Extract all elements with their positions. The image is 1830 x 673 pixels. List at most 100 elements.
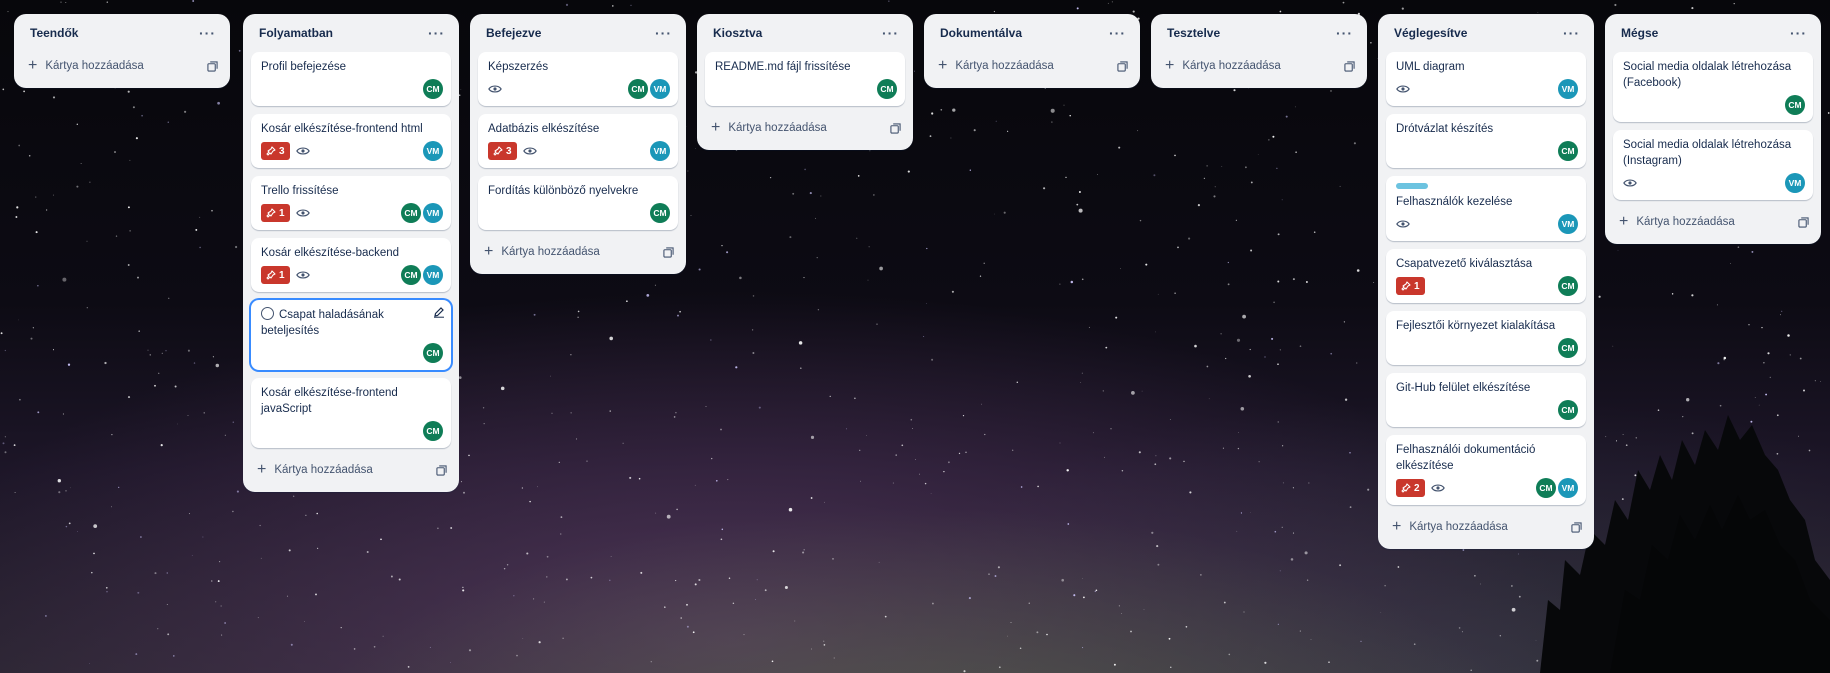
priority-icon [1401, 281, 1411, 291]
add-card-button[interactable]: + Kártya hozzáadása [711, 120, 827, 136]
list-menu-button[interactable]: ··· [1563, 26, 1580, 40]
avatar[interactable]: VM [1558, 478, 1578, 498]
priority-icon [266, 208, 276, 218]
list-title[interactable]: Dokumentálva [940, 26, 1022, 40]
card[interactable]: Social media oldalak létrehozása (Facebo… [1613, 52, 1813, 122]
card[interactable]: Adatbázis elkészítése 3 VM [478, 114, 678, 168]
priority-count: 1 [279, 207, 285, 219]
card[interactable]: Kosár elkészítése-frontend html 3 VM [251, 114, 451, 168]
card-members: CM VM [401, 265, 443, 285]
card-members: CM VM [401, 203, 443, 223]
avatar[interactable]: VM [423, 203, 443, 223]
card[interactable]: Fordítás különböző nyelvekre CM [478, 176, 678, 230]
avatar[interactable]: CM [1558, 338, 1578, 358]
card-template-icon[interactable] [207, 60, 218, 72]
card[interactable]: Kosár elkészítése-backend 1 CM VM [251, 238, 451, 292]
add-card-button[interactable]: + Kártya hozzáadása [938, 58, 1054, 74]
avatar[interactable]: CM [423, 79, 443, 99]
card[interactable]: Felhasználók kezelése VM [1386, 176, 1586, 241]
list-menu-button[interactable]: ··· [882, 26, 899, 40]
card-template-icon[interactable] [1798, 216, 1809, 228]
avatar[interactable]: VM [1558, 79, 1578, 99]
card-template-icon[interactable] [436, 464, 447, 476]
add-card-row: + Kártya hozzáadása [1386, 513, 1586, 541]
priority-badge: 1 [261, 204, 290, 222]
list-menu-button[interactable]: ··· [655, 26, 672, 40]
card-template-icon[interactable] [890, 122, 901, 134]
card-footer: CM [1396, 399, 1578, 421]
card[interactable]: Felhasználói dokumentáció elkészítése 2 CM… [1386, 435, 1586, 505]
card-title: Felhasználók kezelése [1396, 196, 1513, 208]
add-card-button[interactable]: + Kártya hozzáadása [28, 58, 144, 74]
avatar[interactable]: CM [1558, 141, 1578, 161]
card[interactable]: Csapat haladásának beteljesítés CM [251, 300, 451, 370]
card-footer: CM [715, 78, 897, 100]
card-members: CM [1558, 276, 1578, 296]
add-card-button[interactable]: + Kártya hozzáadása [1165, 58, 1281, 74]
card[interactable]: Drótvázlat készítés CM [1386, 114, 1586, 168]
card-template-icon[interactable] [1117, 60, 1128, 72]
card[interactable]: Csapatvezető kiválasztása 1 CM [1386, 249, 1586, 303]
list-title[interactable]: Tesztelve [1167, 26, 1220, 40]
edit-icon[interactable] [433, 306, 445, 318]
list-title[interactable]: Befejezve [486, 26, 541, 40]
avatar[interactable]: CM [650, 203, 670, 223]
avatar[interactable]: CM [401, 203, 421, 223]
avatar[interactable]: CM [877, 79, 897, 99]
add-card-button[interactable]: + Kártya hozzáadása [257, 462, 373, 478]
card-title: Profil befejezése [261, 61, 347, 73]
complete-checkbox[interactable] [261, 307, 274, 320]
avatar[interactable]: VM [423, 141, 443, 161]
card[interactable]: Fejlesztői környezet kialakítása CM [1386, 311, 1586, 365]
avatar[interactable]: VM [650, 79, 670, 99]
add-card-button[interactable]: + Kártya hozzáadása [484, 244, 600, 260]
list-menu-button[interactable]: ··· [1790, 26, 1807, 40]
list-title[interactable]: Kiosztva [713, 26, 762, 40]
list-menu-button[interactable]: ··· [428, 26, 445, 40]
list-title[interactable]: Teendők [30, 26, 78, 40]
card-members: CM [423, 421, 443, 441]
card[interactable]: Trello frissítése 1 CM VM [251, 176, 451, 230]
avatar[interactable]: CM [1536, 478, 1556, 498]
avatar[interactable]: CM [423, 421, 443, 441]
list-title[interactable]: Folyamatban [259, 26, 333, 40]
avatar[interactable]: CM [1558, 400, 1578, 420]
list-title[interactable]: Véglegesítve [1394, 26, 1467, 40]
card-template-icon[interactable] [1571, 521, 1582, 533]
card[interactable]: Profil befejezése CM [251, 52, 451, 106]
avatar[interactable]: VM [650, 141, 670, 161]
card-template-icon[interactable] [663, 246, 674, 258]
list-menu-button[interactable]: ··· [199, 26, 216, 40]
avatar[interactable]: CM [423, 343, 443, 363]
priority-icon [266, 146, 276, 156]
add-card-button[interactable]: + Kártya hozzáadása [1619, 214, 1735, 230]
add-card-row: + Kártya hozzáadása [1159, 52, 1359, 80]
list-menu-button[interactable]: ··· [1336, 26, 1353, 40]
priority-count: 3 [279, 145, 285, 157]
card-members: VM [1558, 214, 1578, 234]
avatar[interactable]: CM [1785, 95, 1805, 115]
card-footer: CM [261, 78, 443, 100]
avatar[interactable]: VM [1558, 214, 1578, 234]
card-footer: VM [1623, 172, 1805, 194]
card-template-icon[interactable] [1344, 60, 1355, 72]
card[interactable]: Kosár elkészítése-frontend javaScript CM [251, 378, 451, 448]
card[interactable]: UML diagram VM [1386, 52, 1586, 106]
card-label-teal[interactable] [1396, 183, 1428, 189]
card[interactable]: README.md fájl frissítése CM [705, 52, 905, 106]
avatar[interactable]: CM [1558, 276, 1578, 296]
list-menu-button[interactable]: ··· [1109, 26, 1126, 40]
add-card-button[interactable]: + Kártya hozzáadása [1392, 519, 1508, 535]
avatar[interactable]: VM [423, 265, 443, 285]
list-title[interactable]: Mégse [1621, 26, 1658, 40]
watch-icon [488, 85, 502, 93]
add-card-label: Kártya hozzáadása [1409, 521, 1508, 533]
card[interactable]: Képszerzés CM VM [478, 52, 678, 106]
card[interactable]: Git-Hub felület elkészítése CM [1386, 373, 1586, 427]
add-card-row: + Kártya hozzáadása [1613, 208, 1813, 236]
avatar[interactable]: CM [401, 265, 421, 285]
card[interactable]: Social media oldalak létrehozása (Instag… [1613, 130, 1813, 200]
avatar[interactable]: CM [628, 79, 648, 99]
avatar[interactable]: VM [1785, 173, 1805, 193]
list-5: Tesztelve ··· + Kártya hozzáadása [1151, 14, 1367, 88]
